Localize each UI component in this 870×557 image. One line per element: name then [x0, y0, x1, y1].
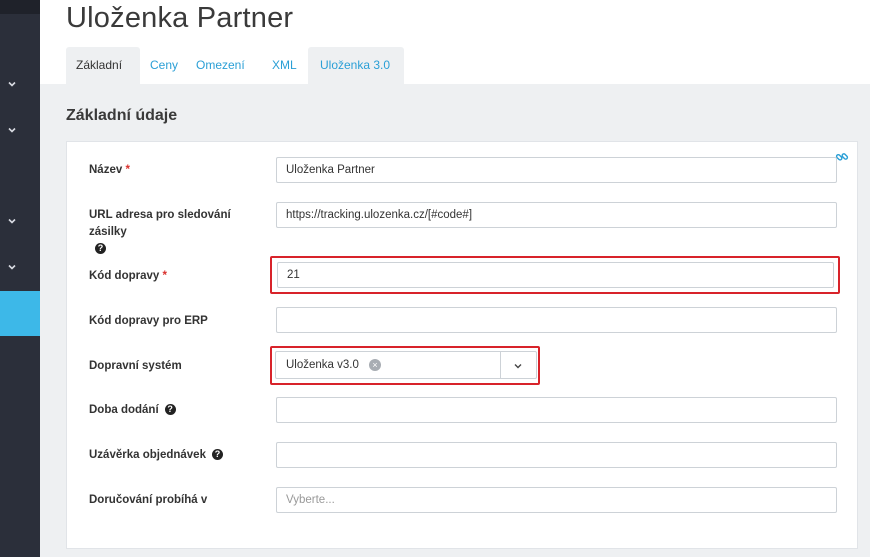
delivery-on-select[interactable]: Vyberte...	[276, 487, 837, 513]
tab-zakladni[interactable]: Základní	[66, 47, 140, 84]
erp-code-input[interactable]	[276, 307, 837, 333]
delivery-time-label: Doba dodání?	[89, 402, 176, 419]
name-input[interactable]: Uloženka Partner	[276, 157, 837, 183]
tracking-url-label: URL adresa pro sledování zásilky ?	[89, 209, 231, 255]
chevron-down-icon[interactable]	[6, 262, 18, 274]
help-icon[interactable]: ?	[211, 449, 223, 461]
chevron-down-icon[interactable]	[512, 359, 524, 371]
selected-value: Uloženka v3.0	[286, 359, 359, 371]
help-icon[interactable]: ?	[95, 243, 106, 255]
name-label: Název *	[89, 164, 130, 176]
section-title: Základní údaje	[66, 107, 178, 124]
order-cutoff-input[interactable]	[276, 442, 837, 468]
delivery-time-input[interactable]	[276, 397, 837, 423]
sidebar-top-strip	[0, 0, 40, 14]
required-marker: *	[162, 270, 167, 282]
page-title: Uloženka Partner	[66, 2, 294, 34]
form-card: Název * Uloženka Partner URL adresa pro …	[66, 141, 858, 549]
required-marker: *	[125, 164, 130, 176]
tab-xml[interactable]: XML	[262, 47, 308, 84]
select-divider	[500, 352, 501, 378]
tabs: Základní Ceny Omezení XML Uloženka 3.0	[66, 47, 404, 84]
shipping-code-input[interactable]: 21	[277, 262, 834, 288]
main-content: Uloženka Partner Základní Ceny Omezení X…	[40, 0, 870, 557]
tab-ulozenka-3[interactable]: Uloženka 3.0	[308, 47, 404, 84]
order-cutoff-label: Uzávěrka objednávek?	[89, 447, 223, 464]
erp-code-label: Kód dopravy pro ERP	[89, 315, 208, 327]
shipping-system-select[interactable]: Uloženka v3.0 ×	[275, 351, 537, 379]
shipping-system-label: Dopravní systém	[89, 360, 182, 372]
tab-ceny[interactable]: Ceny	[140, 47, 186, 84]
tab-omezeni[interactable]: Omezení	[186, 47, 262, 84]
delivery-on-label: Doručování probíhá v	[89, 494, 208, 506]
help-icon[interactable]: ?	[164, 404, 176, 416]
tracking-url-input[interactable]: https://tracking.ulozenka.cz/[#code#]	[276, 202, 837, 228]
tab-panel: Základní údaje Název * Uloženka Partner …	[40, 84, 870, 557]
link-icon[interactable]	[835, 150, 849, 164]
sidebar	[0, 0, 40, 557]
shipping-code-label: Kód dopravy *	[89, 270, 167, 282]
sidebar-active-item[interactable]	[0, 291, 40, 336]
clear-icon[interactable]: ×	[369, 359, 381, 371]
chevron-down-icon[interactable]	[6, 216, 18, 228]
chevron-down-icon[interactable]	[6, 125, 18, 137]
chevron-down-icon[interactable]	[6, 79, 18, 91]
